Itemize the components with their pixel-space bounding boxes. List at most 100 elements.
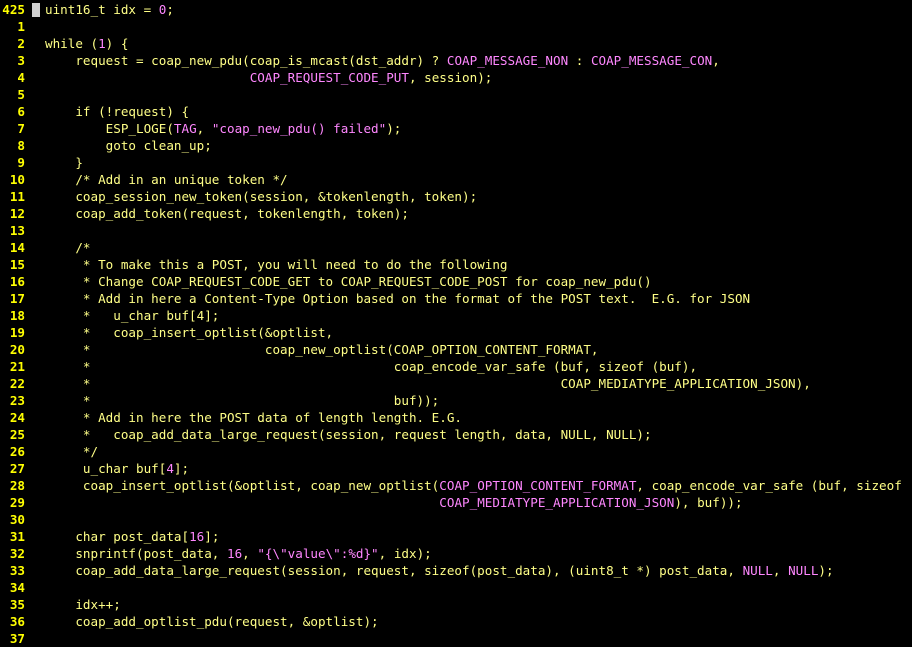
code-token: goto clean_up; — [45, 138, 212, 153]
code-text: request = coap_new_pdu(coap_is_mcast(dst… — [45, 52, 720, 69]
code-token: COAP_OPTION_CONTENT_FORMAT — [439, 478, 637, 493]
code-line[interactable]: 31 char post_data[16]; — [0, 528, 912, 545]
code-line[interactable]: 3 request = coap_new_pdu(coap_is_mcast(d… — [0, 52, 912, 69]
code-text: u_char buf[4]; — [45, 460, 189, 477]
code-line[interactable]: 15 * To make this a POST, you will need … — [0, 256, 912, 273]
line-number: 8 — [17, 138, 25, 153]
code-token: coap_add_data_large_request(session, req… — [45, 563, 743, 578]
code-token: coap_insert_optlist(&optlist, coap_new_o… — [45, 478, 440, 493]
code-token: , — [772, 563, 789, 578]
code-line[interactable]: 12 coap_add_token(request, tokenlength, … — [0, 205, 912, 222]
code-line[interactable]: 17 * Add in here a Content-Type Option b… — [0, 290, 912, 307]
line-number: 27 — [9, 461, 25, 476]
text-cursor — [32, 3, 40, 17]
line-number: 10 — [9, 172, 25, 187]
code-token: ) { — [105, 36, 129, 51]
line-number: 35 — [9, 597, 25, 612]
code-line[interactable]: 425 uint16_t idx = 0; — [0, 1, 912, 18]
code-token: COAP_MESSAGE_CON — [590, 53, 713, 68]
code-token: /* Add in an unique token */ — [45, 172, 288, 187]
line-number: 13 — [9, 223, 25, 238]
line-number: 28 — [9, 478, 25, 493]
code-line[interactable]: 22 * COAP_MEDIATYPE_APPLICATION_JSON), — [0, 375, 912, 392]
code-line[interactable]: 18 * u_char buf[4]; — [0, 307, 912, 324]
code-token: * To make this a POST, you will need to … — [45, 257, 508, 272]
code-line[interactable]: 21 * coap_encode_var_safe (buf, sizeof (… — [0, 358, 912, 375]
line-number: 29 — [9, 495, 25, 510]
code-line[interactable]: 28 coap_insert_optlist(&optlist, coap_ne… — [0, 477, 912, 494]
code-line[interactable]: 33 coap_add_data_large_request(session, … — [0, 562, 912, 579]
code-line[interactable]: 16 * Change COAP_REQUEST_CODE_GET to COA… — [0, 273, 912, 290]
code-line[interactable]: 9 } — [0, 154, 912, 171]
line-number: 12 — [9, 206, 25, 221]
line-number: 16 — [9, 274, 25, 289]
code-line[interactable]: 10 /* Add in an unique token */ — [0, 171, 912, 188]
code-token: * coap_insert_optlist(&optlist, — [45, 325, 334, 340]
code-line[interactable]: 1 — [0, 18, 912, 35]
code-token: while ( — [45, 36, 99, 51]
line-number: 6 — [17, 104, 25, 119]
line-number: 11 — [9, 189, 25, 204]
code-text: idx++; — [45, 596, 121, 613]
code-line[interactable]: 32 snprintf(post_data, 16, "{\"value\":%… — [0, 545, 912, 562]
line-number: 33 — [9, 563, 25, 578]
code-token: if (!request) { — [45, 104, 190, 119]
code-line[interactable]: 11 coap_session_new_token(session, &toke… — [0, 188, 912, 205]
code-token: COAP_MESSAGE_NON — [446, 53, 569, 68]
code-line[interactable]: 7 ESP_LOGE(TAG, "coap_new_pdu() failed")… — [0, 120, 912, 137]
code-line[interactable]: 4 COAP_REQUEST_CODE_PUT, session); — [0, 69, 912, 86]
line-number: 20 — [9, 342, 25, 357]
line-number: 14 — [9, 240, 25, 255]
code-line[interactable]: 6 if (!request) { — [0, 103, 912, 120]
code-token: COAP_MEDIATYPE_APPLICATION_JSON — [439, 495, 675, 510]
code-text: coap_session_new_token(session, &tokenle… — [45, 188, 477, 205]
code-line[interactable]: 13 — [0, 222, 912, 239]
code-line[interactable]: 5 — [0, 86, 912, 103]
code-line[interactable]: 34 — [0, 579, 912, 596]
code-token: ); — [818, 563, 834, 578]
code-token: , — [712, 53, 720, 68]
line-number: 18 — [9, 308, 25, 323]
code-line[interactable]: 35 idx++; — [0, 596, 912, 613]
code-line[interactable]: 2 while (1) { — [0, 35, 912, 52]
code-token: * coap_add_data_large_request(session, r… — [45, 427, 652, 442]
code-token: , — [196, 121, 212, 136]
code-token: 4 — [166, 461, 174, 476]
code-line[interactable]: 25 * coap_add_data_large_request(session… — [0, 426, 912, 443]
code-line[interactable]: 37 — [0, 630, 912, 647]
code-line[interactable]: 14 /* — [0, 239, 912, 256]
code-line[interactable]: 30 — [0, 511, 912, 528]
code-token: , coap_encode_var_safe (buf, sizeof (buf… — [636, 478, 912, 493]
code-text: * coap_add_data_large_request(session, r… — [45, 426, 652, 443]
code-token: NULL — [788, 563, 819, 578]
code-line[interactable]: 26 */ — [0, 443, 912, 460]
code-line[interactable]: 19 * coap_insert_optlist(&optlist, — [0, 324, 912, 341]
code-line[interactable]: 20 * coap_new_optlist(COAP_OPTION_CONTEN… — [0, 341, 912, 358]
code-text: /* Add in an unique token */ — [45, 171, 288, 188]
code-line[interactable]: 8 goto clean_up; — [0, 137, 912, 154]
code-token: /* — [45, 240, 91, 255]
code-line[interactable]: 23 * buf)); — [0, 392, 912, 409]
code-token: * coap_encode_var_safe (buf, sizeof (buf… — [45, 359, 698, 374]
line-number: 21 — [9, 359, 25, 374]
code-text: goto clean_up; — [45, 137, 212, 154]
code-token: * u_char buf[4]; — [45, 308, 220, 323]
code-token: * coap_new_optlist(COAP_OPTION_CONTENT_F… — [45, 342, 599, 357]
code-line[interactable]: 24 * Add in here the POST data of length… — [0, 409, 912, 426]
line-number: 19 — [9, 325, 25, 340]
code-line[interactable]: 29 COAP_MEDIATYPE_APPLICATION_JSON), buf… — [0, 494, 912, 511]
code-text: */ — [45, 443, 98, 460]
code-text: * COAP_MEDIATYPE_APPLICATION_JSON), — [45, 375, 811, 392]
line-number: 36 — [9, 614, 25, 629]
code-editor[interactable]: 425 uint16_t idx = 0; 1 2 while (1) {3 reque… — [0, 0, 912, 647]
code-line[interactable]: 27 u_char buf[4]; — [0, 460, 912, 477]
code-token: ); — [386, 121, 402, 136]
code-line[interactable]: 36 coap_add_optlist_pdu(request, &optlis… — [0, 613, 912, 630]
code-text: } — [45, 154, 83, 171]
code-text: * coap_insert_optlist(&optlist, — [45, 324, 333, 341]
code-token: snprintf(post_data, — [45, 546, 227, 561]
code-token: , — [242, 546, 258, 561]
code-text: * Change COAP_REQUEST_CODE_GET to COAP_R… — [45, 273, 652, 290]
line-number: 2 — [17, 36, 25, 51]
